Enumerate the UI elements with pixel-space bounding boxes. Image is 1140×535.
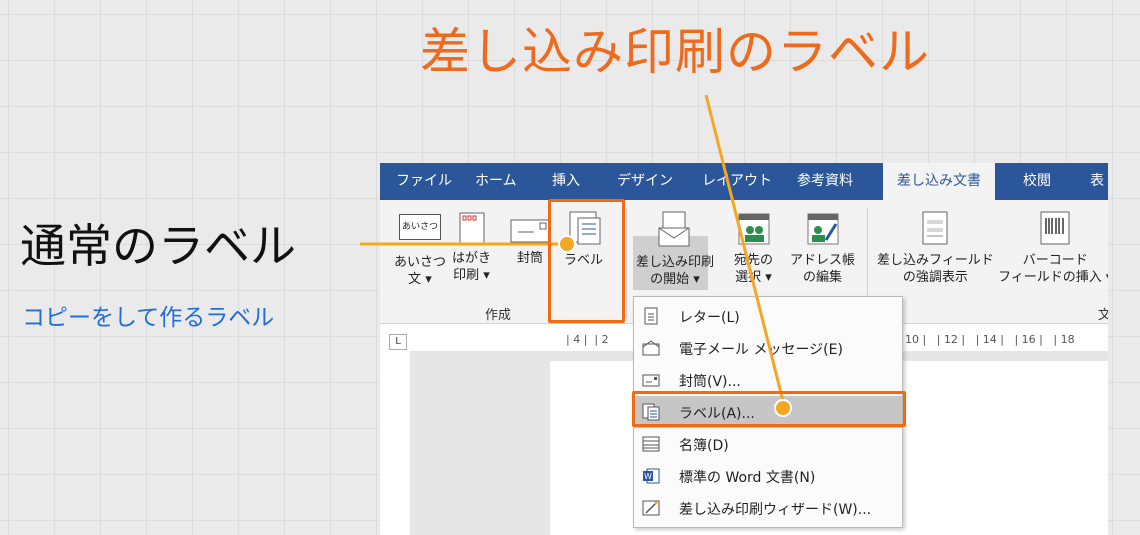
callout-dot-labels-menu [774,399,792,417]
labels-menu-highlight [632,391,906,427]
label-button-highlight [548,199,625,323]
callout-dot-label-button [558,235,576,253]
callout-line-merge [704,94,786,406]
